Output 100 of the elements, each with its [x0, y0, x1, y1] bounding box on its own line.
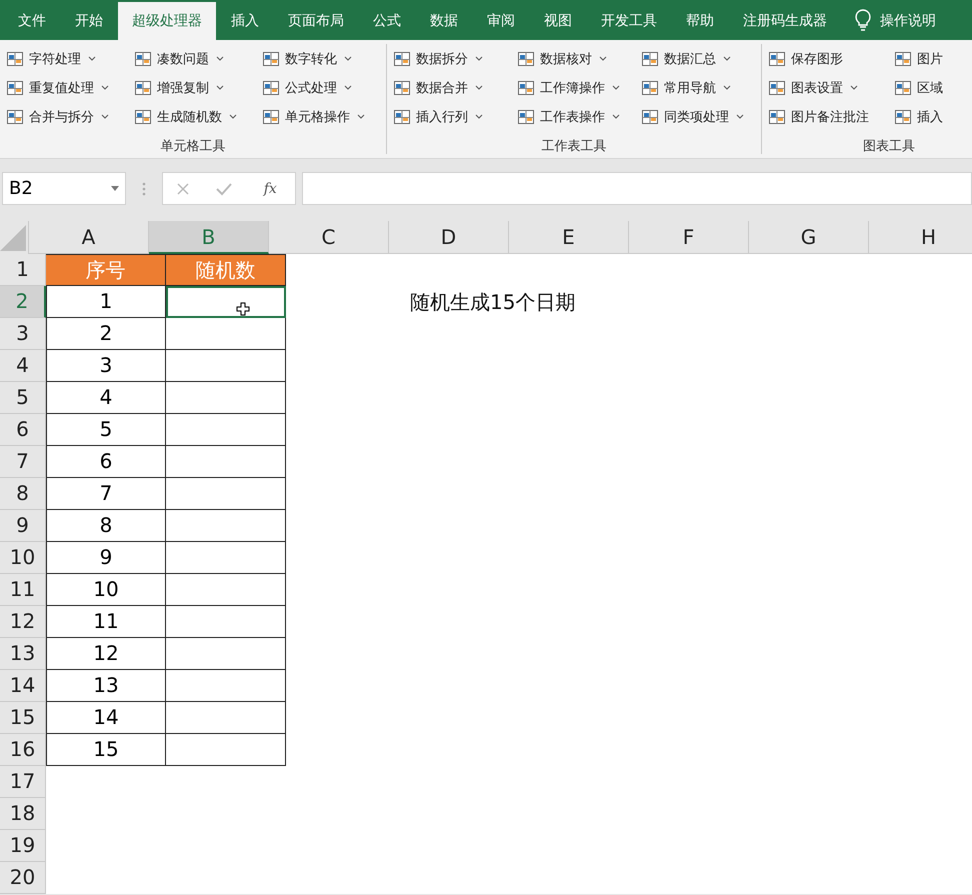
- table-cell: 1: [46, 286, 166, 318]
- row-header[interactable]: 11: [0, 574, 46, 606]
- ribbon-button[interactable]: 单元格操作: [260, 102, 382, 131]
- row-header[interactable]: 8: [0, 478, 46, 510]
- row-header[interactable]: 12: [0, 606, 46, 638]
- caret-icon: [475, 85, 483, 90]
- grid-icon: [134, 50, 152, 68]
- ribbon-button[interactable]: 工作簿操作: [515, 73, 633, 102]
- grid-icon: [262, 50, 280, 68]
- check-icon[interactable]: [215, 180, 234, 196]
- grid-icon: [6, 50, 24, 68]
- caret-icon: [344, 85, 352, 90]
- column-header[interactable]: H: [869, 221, 972, 254]
- dropdown-icon[interactable]: [111, 186, 119, 191]
- row-header[interactable]: 9: [0, 510, 46, 542]
- row-header[interactable]: 10: [0, 542, 46, 574]
- ribbon-button[interactable]: 插入行列: [391, 102, 509, 131]
- grid-icon: [134, 78, 152, 96]
- column-header[interactable]: G: [749, 221, 869, 254]
- ribbon-tab[interactable]: 审阅: [473, 2, 529, 40]
- row-header[interactable]: 16: [0, 734, 46, 766]
- ribbon-tab[interactable]: 开发工具: [587, 2, 671, 40]
- table-cell: 7: [46, 478, 166, 510]
- row-header[interactable]: 15: [0, 702, 46, 734]
- grid-icon: [768, 108, 786, 126]
- ribbon-button[interactable]: 数据合并: [391, 73, 509, 102]
- grid-icon: [641, 50, 659, 68]
- row-header[interactable]: 13: [0, 638, 46, 670]
- row-header[interactable]: 7: [0, 446, 46, 478]
- ribbon-tab[interactable]: 公式: [359, 2, 415, 40]
- ribbon-button[interactable]: 重复值处理: [4, 73, 126, 102]
- ribbon-tab[interactable]: 数据: [416, 2, 472, 40]
- ribbon-button[interactable]: 常用导航: [639, 73, 757, 102]
- row-header[interactable]: 4: [0, 350, 46, 382]
- ribbon-button[interactable]: 图片: [892, 44, 972, 73]
- grip-icon: [142, 182, 146, 196]
- ribbon-tab[interactable]: 文件: [4, 2, 60, 40]
- grid-icon: [641, 108, 659, 126]
- ribbon-button[interactable]: 数字转化: [260, 44, 382, 73]
- cancel-icon[interactable]: [175, 180, 192, 196]
- ribbon-button[interactable]: 合并与拆分: [4, 102, 126, 131]
- grid-icon: [894, 108, 912, 126]
- select-all-corner[interactable]: [0, 221, 29, 254]
- ribbon-button[interactable]: 保存图形: [766, 44, 886, 73]
- formula-input[interactable]: [302, 172, 972, 205]
- ribbon-button[interactable]: 凑数问题: [132, 44, 254, 73]
- ribbon-button[interactable]: 数据拆分: [391, 44, 509, 73]
- ribbon-tab[interactable]: 插入: [217, 2, 273, 40]
- ribbon-button[interactable]: 同类项处理: [639, 102, 757, 131]
- ribbon-tab[interactable]: 超级处理器: [118, 2, 216, 40]
- grid-icon: [393, 108, 411, 126]
- ribbon-button[interactable]: 增强复制: [132, 73, 254, 102]
- ribbon-tab[interactable]: 帮助: [672, 2, 728, 40]
- ribbon-tab[interactable]: 页面布局: [274, 2, 358, 40]
- caret-icon: [599, 56, 607, 61]
- ribbon-button[interactable]: 生成随机数: [132, 102, 254, 131]
- grid-icon: [641, 78, 659, 96]
- tell-me-search[interactable]: 操作说明: [880, 2, 936, 40]
- row-header[interactable]: 1: [0, 254, 46, 286]
- ribbon-tab[interactable]: 视图: [530, 2, 586, 40]
- caret-icon: [101, 114, 109, 119]
- row-header[interactable]: 3: [0, 318, 46, 350]
- caret-icon: [612, 85, 620, 90]
- table-cell: 6: [46, 446, 166, 478]
- insert-function-button[interactable]: fx: [258, 180, 283, 198]
- ribbon-button[interactable]: 数据汇总: [639, 44, 757, 73]
- row-header[interactable]: 17: [0, 766, 46, 798]
- ribbon-button[interactable]: 区域: [892, 73, 972, 102]
- ribbon-button[interactable]: 工作表操作: [515, 102, 633, 131]
- grid-icon: [262, 78, 280, 96]
- column-header[interactable]: B: [149, 221, 269, 254]
- ribbon-button[interactable]: 数据核对: [515, 44, 633, 73]
- grid-icon: [517, 50, 535, 68]
- row-header[interactable]: 2: [0, 286, 46, 318]
- grid-icon: [768, 50, 786, 68]
- ribbon-button[interactable]: 插入: [892, 102, 972, 131]
- ribbon-button[interactable]: 公式处理: [260, 73, 382, 102]
- lightbulb-icon[interactable]: [854, 8, 872, 32]
- ribbon-button[interactable]: 图片备注批注: [766, 102, 886, 131]
- row-header[interactable]: 19: [0, 830, 46, 862]
- column-header[interactable]: F: [629, 221, 749, 254]
- row-header[interactable]: 6: [0, 414, 46, 446]
- table-cell: 5: [46, 414, 166, 446]
- column-header[interactable]: D: [389, 221, 509, 254]
- grid-icon: [894, 78, 912, 96]
- row-header[interactable]: 5: [0, 382, 46, 414]
- caret-icon: [612, 114, 620, 119]
- row-header[interactable]: 20: [0, 862, 46, 894]
- caret-icon: [216, 56, 224, 61]
- ribbon-button[interactable]: 图表设置: [766, 73, 886, 102]
- row-header[interactable]: 14: [0, 670, 46, 702]
- name-box[interactable]: B2: [2, 172, 126, 205]
- grid-icon: [768, 78, 786, 96]
- caret-icon: [88, 56, 96, 61]
- ribbon-tab[interactable]: 开始: [61, 2, 117, 40]
- row-header[interactable]: 18: [0, 798, 46, 830]
- ribbon-tab[interactable]: 注册码生成器: [729, 2, 841, 40]
- table-cell: 11: [46, 606, 166, 638]
- ribbon-button[interactable]: 字符处理: [4, 44, 126, 73]
- column-header[interactable]: E: [509, 221, 629, 254]
